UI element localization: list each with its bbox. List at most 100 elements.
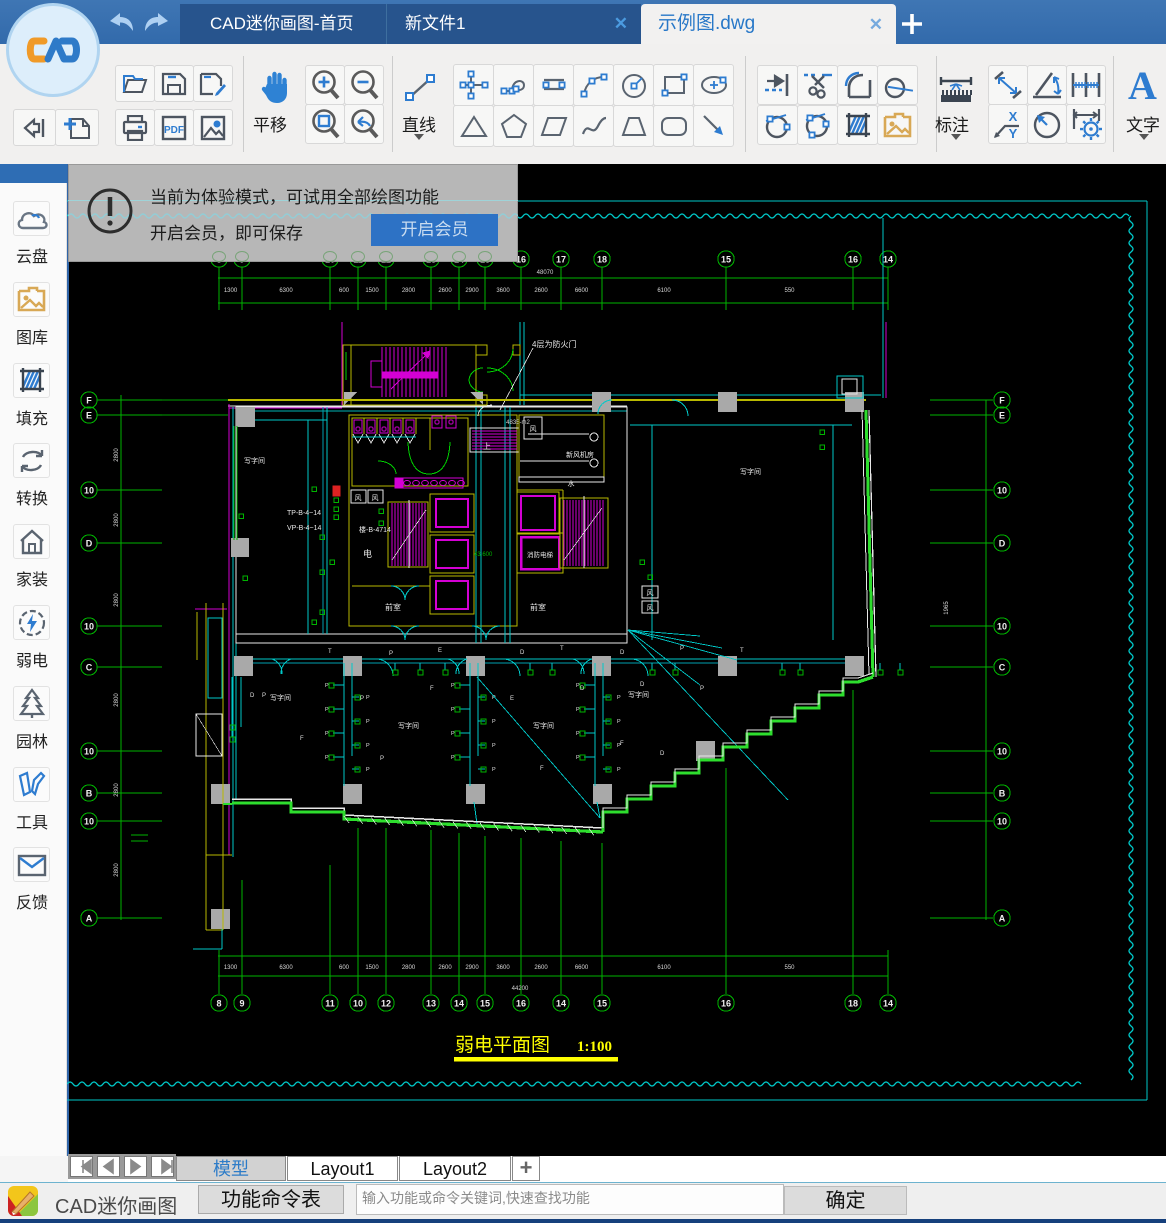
svg-text:风: 风 <box>355 494 362 502</box>
svg-text:2800: 2800 <box>114 513 120 527</box>
svg-text:2800: 2800 <box>114 693 120 707</box>
svg-text:C: C <box>999 663 1006 673</box>
svg-text:E: E <box>86 411 92 421</box>
svg-text:A: A <box>999 914 1006 924</box>
svg-text:F: F <box>300 736 304 742</box>
svg-text:P: P <box>360 696 364 702</box>
svg-text:6300: 6300 <box>279 288 293 294</box>
svg-text:6100: 6100 <box>657 965 671 971</box>
svg-text:10: 10 <box>997 622 1007 632</box>
svg-text:10: 10 <box>84 486 94 496</box>
svg-text:2900: 2900 <box>465 288 479 294</box>
svg-text:9: 9 <box>239 999 244 1009</box>
svg-text:电: 电 <box>363 548 372 559</box>
svg-text:2600: 2600 <box>534 965 548 971</box>
svg-text:2800: 2800 <box>114 783 120 797</box>
svg-text:14: 14 <box>556 999 566 1009</box>
svg-text:消防电梯: 消防电梯 <box>527 550 554 559</box>
svg-text:D: D <box>999 539 1006 549</box>
svg-text:P: P <box>451 707 455 713</box>
svg-text:PDF: PDF <box>164 125 184 136</box>
svg-text:X: X <box>1009 109 1018 124</box>
svg-text:写字间: 写字间 <box>270 693 291 702</box>
svg-text:14: 14 <box>883 255 893 265</box>
svg-text:15: 15 <box>721 255 731 265</box>
svg-text:F: F <box>540 766 544 772</box>
svg-text:P: P <box>325 731 329 737</box>
svg-text:E: E <box>438 648 442 654</box>
svg-text:P: P <box>262 693 266 699</box>
svg-text:17: 17 <box>556 255 566 265</box>
svg-text:风: 风 <box>647 589 654 597</box>
svg-text:P: P <box>451 731 455 737</box>
svg-text:4层为防火门: 4层为防火门 <box>532 339 576 349</box>
svg-text:1965: 1965 <box>944 601 950 615</box>
svg-text:18: 18 <box>597 255 607 265</box>
svg-text:P: P <box>617 719 621 725</box>
svg-text:10: 10 <box>84 817 94 827</box>
svg-text:4835-m2: 4835-m2 <box>506 420 530 426</box>
svg-text:11: 11 <box>325 999 335 1009</box>
svg-text:P: P <box>680 646 684 652</box>
svg-text:A: A <box>86 914 93 924</box>
svg-text:1500: 1500 <box>365 965 379 971</box>
svg-text:C: C <box>86 663 93 673</box>
svg-text:D: D <box>580 686 585 692</box>
svg-text:P: P <box>325 707 329 713</box>
svg-text:D: D <box>640 682 645 688</box>
svg-text:P: P <box>492 743 496 749</box>
svg-text:写字间: 写字间 <box>244 456 265 465</box>
svg-text:12: 12 <box>381 999 391 1009</box>
svg-text:15: 15 <box>597 999 607 1009</box>
svg-text:16: 16 <box>516 999 526 1009</box>
svg-text:6600: 6600 <box>575 965 589 971</box>
svg-text:TP-B-4~14: TP-B-4~14 <box>287 510 321 517</box>
svg-text:D: D <box>660 751 665 757</box>
svg-text:弱电平面图: 弱电平面图 <box>455 1034 550 1056</box>
svg-text:楼-B-4714: 楼-B-4714 <box>359 525 391 534</box>
svg-text:13: 13 <box>426 999 436 1009</box>
svg-text:D: D <box>620 650 625 656</box>
svg-text:E: E <box>999 411 1005 421</box>
svg-text:写字间: 写字间 <box>533 721 554 730</box>
svg-text:10: 10 <box>997 747 1007 757</box>
svg-text:3600: 3600 <box>496 288 510 294</box>
svg-text:写字间: 写字间 <box>740 467 761 476</box>
svg-text:15: 15 <box>480 999 490 1009</box>
svg-text:P: P <box>576 707 580 713</box>
svg-text:10: 10 <box>84 622 94 632</box>
svg-text:写字间: 写字间 <box>628 690 649 699</box>
svg-text:6600: 6600 <box>575 288 589 294</box>
svg-text:写字间: 写字间 <box>398 721 419 730</box>
svg-text:前室: 前室 <box>385 602 401 612</box>
svg-text:P: P <box>576 755 580 761</box>
svg-text:2800: 2800 <box>114 448 120 462</box>
svg-text:F: F <box>430 686 434 692</box>
svg-text:P: P <box>366 695 370 701</box>
svg-text:1300: 1300 <box>224 288 238 294</box>
svg-text:P: P <box>700 686 704 692</box>
svg-text:T: T <box>740 648 744 654</box>
svg-text:600: 600 <box>339 288 350 294</box>
svg-text:T: T <box>560 646 564 652</box>
svg-text:风: 风 <box>372 494 379 502</box>
svg-text:Y: Y <box>1009 126 1018 140</box>
svg-text:F: F <box>86 396 92 406</box>
svg-text:550: 550 <box>784 965 795 971</box>
svg-text:44200: 44200 <box>512 986 529 992</box>
svg-text:2800: 2800 <box>402 288 416 294</box>
svg-text:B: B <box>86 789 93 799</box>
svg-text:43.600: 43.600 <box>474 552 493 558</box>
svg-text:B: B <box>999 789 1006 799</box>
svg-text:2600: 2600 <box>534 288 548 294</box>
svg-text:P: P <box>451 683 455 689</box>
svg-text:2800: 2800 <box>114 593 120 607</box>
svg-text:16: 16 <box>721 999 731 1009</box>
svg-text:上: 上 <box>483 442 491 451</box>
svg-text:P: P <box>617 767 621 773</box>
svg-text:F: F <box>620 741 624 747</box>
svg-text:水: 水 <box>568 479 575 488</box>
svg-text:VP-B-4~14: VP-B-4~14 <box>287 525 322 532</box>
svg-text:风: 风 <box>530 425 537 433</box>
svg-text:风: 风 <box>647 604 654 612</box>
